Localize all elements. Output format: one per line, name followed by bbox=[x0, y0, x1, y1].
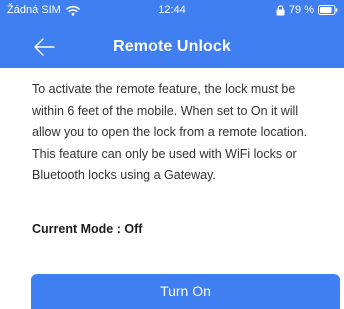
battery-percent: 79 % bbox=[288, 4, 314, 16]
navigation-bar: Remote Unlock bbox=[0, 30, 344, 64]
current-mode-label: Current Mode : Off bbox=[32, 222, 143, 236]
page-title: Remote Unlock bbox=[113, 38, 231, 55]
battery-icon bbox=[318, 5, 338, 15]
content-area: To activate the remote feature, the lock… bbox=[32, 79, 332, 187]
status-right: 79 % bbox=[276, 4, 338, 16]
header-bar: Žádná SIM 12:44 79 % Remote Unlock bbox=[0, 0, 344, 68]
turn-on-button[interactable]: Turn On bbox=[31, 274, 340, 309]
status-bar: Žádná SIM 12:44 79 % bbox=[0, 0, 344, 22]
lock-rotation-icon bbox=[276, 4, 285, 15]
feature-description: To activate the remote feature, the lock… bbox=[32, 82, 308, 182]
